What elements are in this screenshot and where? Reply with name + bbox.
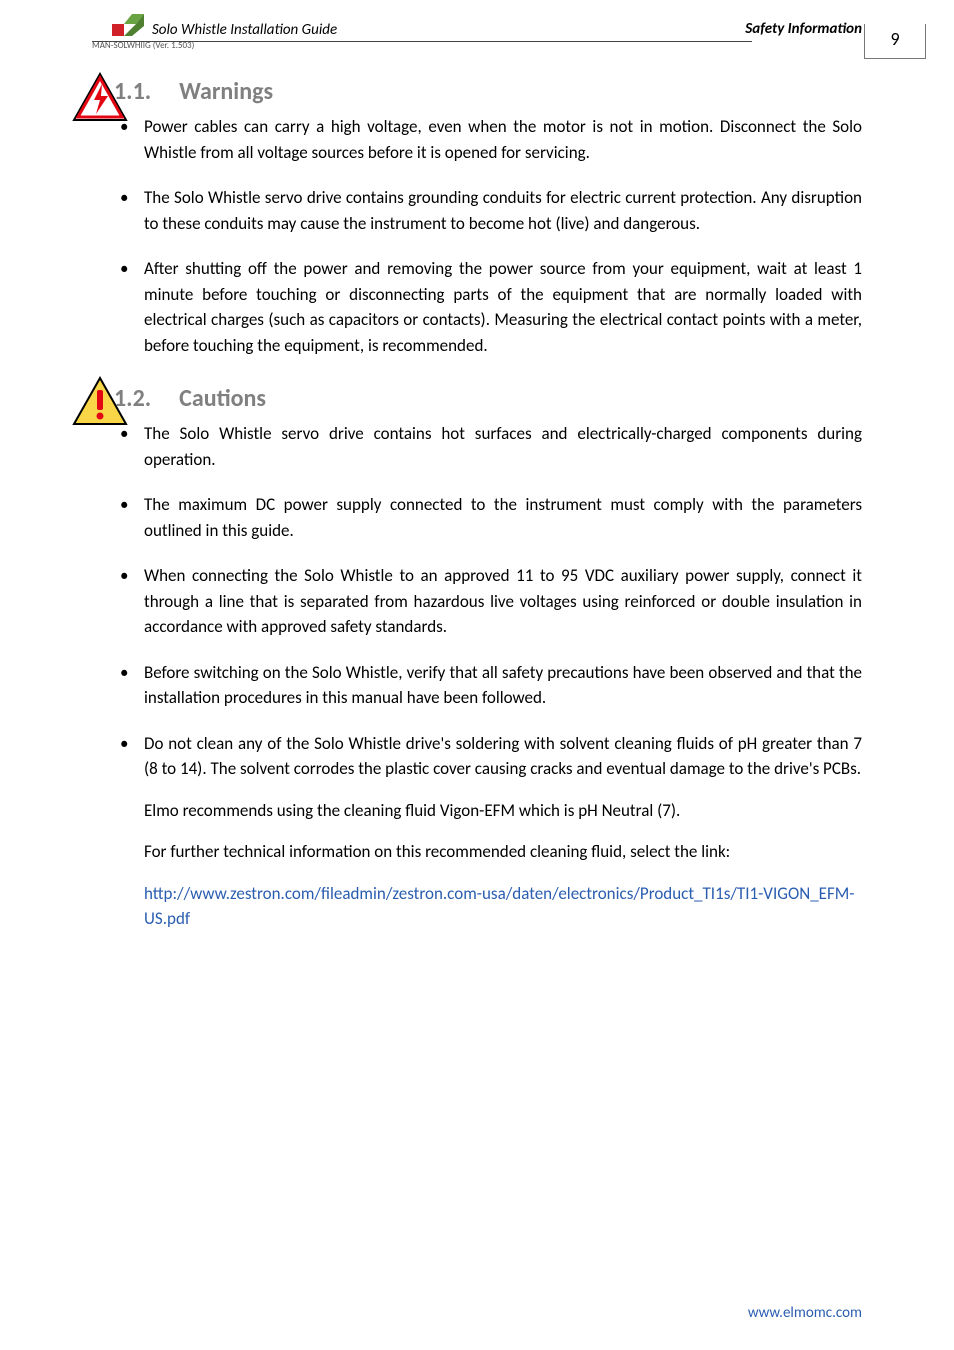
page-header: Solo Whistle Installation Guide Safety I… [92, 20, 862, 51]
cautions-heading: 1.2.Cautions [114, 384, 862, 413]
cautions-link[interactable]: http://www.zestron.com/fileadmin/zestron… [144, 881, 862, 932]
doc-title: Solo Whistle Installation Guide [152, 21, 337, 39]
warnings-list: Power cables can carry a high voltage, e… [116, 114, 862, 358]
list-item: Power cables can carry a high voltage, e… [116, 114, 862, 165]
cautions-last-main: Do not clean any of the Solo Whistle dri… [144, 733, 862, 780]
warnings-title: Warnings [179, 77, 273, 106]
list-item: When connecting the Solo Whistle to an a… [116, 563, 862, 640]
warnings-heading: 1.1.Warnings [114, 77, 862, 106]
list-item: Do not clean any of the Solo Whistle dri… [116, 731, 862, 932]
cautions-last-p2: For further technical information on thi… [144, 839, 862, 865]
cautions-last-p1: Elmo recommends using the cleaning fluid… [144, 798, 862, 824]
page-number: 9 [864, 24, 926, 59]
footer-url[interactable]: www.elmomc.com [748, 1304, 862, 1322]
cautions-list: The Solo Whistle servo drive contains ho… [116, 421, 862, 932]
list-item: The Solo Whistle servo drive contains gr… [116, 185, 862, 236]
list-item: After shutting off the power and removin… [116, 256, 862, 358]
list-item: Before switching on the Solo Whistle, ve… [116, 660, 862, 711]
version-note: MAN-SOLWHIIG (Ver. 1.503) [92, 40, 862, 51]
section-label: Safety Information [745, 20, 862, 38]
list-item: The maximum DC power supply connected to… [116, 492, 862, 543]
list-item: The Solo Whistle servo drive contains ho… [116, 421, 862, 472]
cautions-title: Cautions [179, 384, 266, 413]
